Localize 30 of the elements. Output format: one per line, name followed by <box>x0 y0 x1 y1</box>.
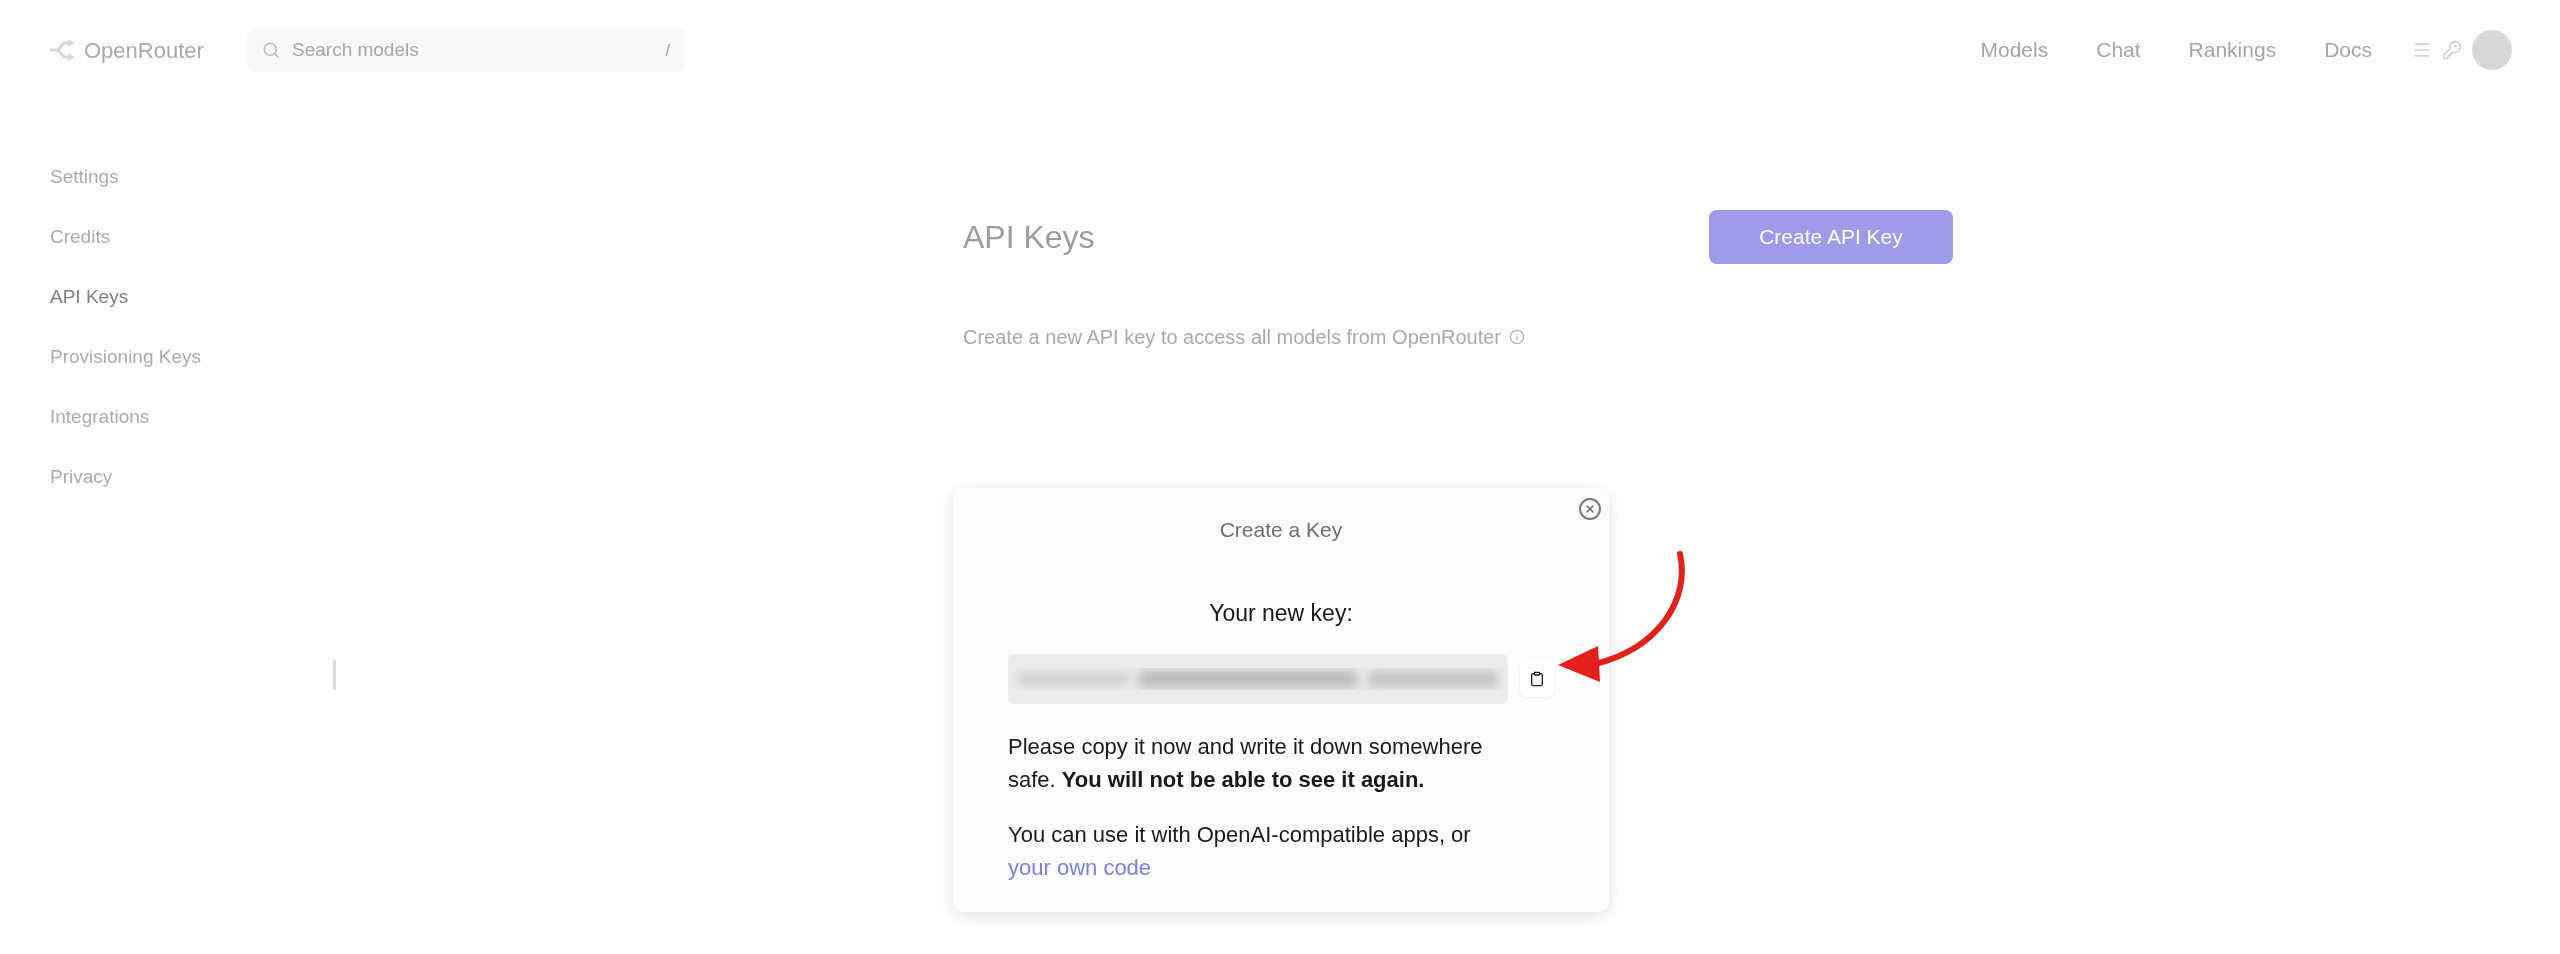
nav-link[interactable]: Rankings <box>2188 34 2277 66</box>
close-button[interactable] <box>1579 498 1601 520</box>
dialog-title: Create a Key <box>1219 517 1343 543</box>
page-title: API Keys <box>963 218 1095 257</box>
sidebar-item[interactable]: Credits <box>50 224 340 249</box>
nav-link[interactable]: Models <box>1980 34 2049 66</box>
usage-text: You can use it with OpenAI-compatible apps, or your own code <box>1008 821 1472 882</box>
avatar[interactable] <box>2472 30 2512 70</box>
key-icon[interactable] <box>2442 40 2462 60</box>
sidebar-item[interactable]: Integrations <box>50 404 340 429</box>
search-icon <box>262 41 280 59</box>
close-icon <box>1584 503 1596 515</box>
own-code-link[interactable]: your own code <box>1008 855 1152 880</box>
sidebar-item[interactable]: Provisioning Keys <box>50 344 340 369</box>
info-icon[interactable] <box>1509 329 1526 345</box>
menu-icon[interactable] <box>2412 40 2432 60</box>
sidebar-item[interactable]: API Keys <box>50 284 340 309</box>
sidebar-item[interactable]: Settings <box>50 164 340 189</box>
warning-text: Please copy it now and write it down somewhere safe. You will not be able to see it again. <box>1008 733 1484 794</box>
brand-name[interactable]: OpenRouter <box>84 33 204 67</box>
logo-icon <box>48 40 74 60</box>
clipboard-icon <box>1529 671 1546 687</box>
shortcut-hint: / <box>665 41 670 61</box>
nav-link[interactable]: Docs <box>2324 34 2372 66</box>
key-label: Your new key: <box>1209 598 1353 628</box>
page-description: Create a new API key to access all models from OpenRouter <box>963 325 1502 350</box>
sidebar-item[interactable]: Privacy <box>50 464 340 489</box>
copy-button[interactable] <box>1520 661 1554 697</box>
create-api-key-button[interactable]: Create API Key <box>1709 210 1953 264</box>
nav-link[interactable]: Chat <box>2096 34 2141 66</box>
